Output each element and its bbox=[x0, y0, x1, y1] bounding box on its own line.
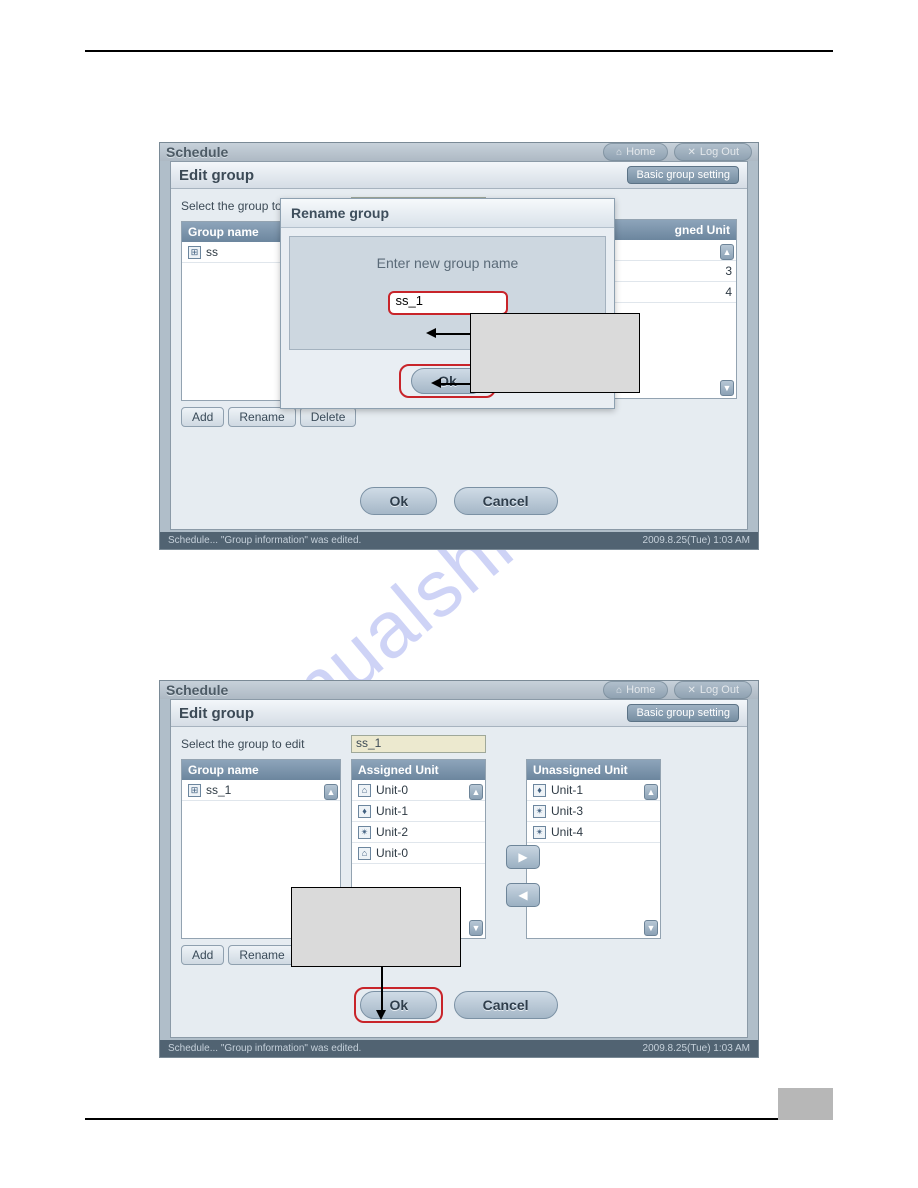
status-message: Schedule... "Group information" was edit… bbox=[168, 1043, 361, 1054]
scroll-up-icon[interactable]: ▲ bbox=[720, 244, 734, 260]
logout-button[interactable]: ✕Log Out bbox=[674, 143, 752, 161]
add-button[interactable]: Add bbox=[181, 407, 224, 427]
list-item[interactable]: ✴Unit-2 bbox=[352, 822, 485, 843]
list-item[interactable]: ✴Unit-3 bbox=[527, 801, 660, 822]
home-button[interactable]: ⌂Home bbox=[603, 681, 668, 699]
scroll-up-icon[interactable]: ▲ bbox=[644, 784, 658, 800]
home-button[interactable]: ⌂Home bbox=[603, 143, 668, 161]
group-name-header: Group name bbox=[182, 760, 340, 780]
scroll-down-icon[interactable]: ▼ bbox=[644, 920, 658, 936]
rename-dialog-title: Rename group bbox=[281, 199, 614, 228]
assigned-header-fragment: gned Unit bbox=[614, 220, 736, 240]
scroll-up-icon[interactable]: ▲ bbox=[324, 784, 338, 800]
panel-title: Edit group bbox=[179, 167, 254, 184]
move-left-button[interactable]: ◀ bbox=[506, 883, 540, 907]
scroll-down-icon[interactable]: ▼ bbox=[469, 920, 483, 936]
select-group-label: Select the group to edit bbox=[181, 737, 304, 751]
app-section-label: Schedule bbox=[166, 682, 228, 698]
chevron-right-icon: ▶ bbox=[518, 850, 527, 864]
page-number-box bbox=[778, 1088, 833, 1120]
cancel-button[interactable]: Cancel bbox=[454, 487, 558, 515]
home-icon: ⌂ bbox=[616, 685, 622, 696]
unassigned-unit-header: Unassigned Unit bbox=[527, 760, 660, 780]
unit-icon: ♦ bbox=[533, 784, 546, 797]
logout-button[interactable]: ✕Log Out bbox=[674, 681, 752, 699]
status-datetime: 2009.8.25(Tue) 1:03 AM bbox=[643, 1043, 750, 1054]
selected-group-field: ss_1 bbox=[351, 735, 486, 753]
ok-button[interactable]: Ok bbox=[360, 991, 437, 1019]
basic-group-setting-button[interactable]: Basic group setting bbox=[627, 704, 739, 722]
status-datetime: 2009.8.25(Tue) 1:03 AM bbox=[643, 535, 750, 546]
list-item[interactable]: ⊞ ss_1 bbox=[182, 780, 340, 801]
scroll-down-icon[interactable]: ▼ bbox=[720, 380, 734, 396]
delete-button[interactable]: Delete bbox=[300, 407, 357, 427]
unit-icon: ⌂ bbox=[358, 847, 371, 860]
scroll-up-icon[interactable]: ▲ bbox=[469, 784, 483, 800]
cancel-button[interactable]: Cancel bbox=[454, 991, 558, 1019]
rename-button[interactable]: Rename bbox=[228, 407, 295, 427]
list-item[interactable]: ♦Unit-1 bbox=[527, 780, 660, 801]
rename-input[interactable]: ss_1 bbox=[388, 291, 508, 315]
panel-title: Edit group bbox=[179, 705, 254, 722]
list-item[interactable]: ⌂Unit-0 bbox=[352, 843, 485, 864]
unit-icon: ⌂ bbox=[358, 784, 371, 797]
unit-icon: ✴ bbox=[533, 805, 546, 818]
group-icon: ⊞ bbox=[188, 784, 201, 797]
annotation-callout bbox=[291, 887, 461, 967]
list-item[interactable]: ♦Unit-1 bbox=[352, 801, 485, 822]
chevron-left-icon: ◀ bbox=[518, 888, 527, 902]
home-icon: ⌂ bbox=[616, 147, 622, 158]
unassigned-unit-list[interactable]: Unassigned Unit ♦Unit-1 ✴Unit-3 ✴Unit-4 … bbox=[526, 759, 661, 939]
screenshot-rename-dialog: Schedule ⌂Home ✕Log Out Edit group Basic… bbox=[159, 142, 759, 550]
screenshot-edit-group: Schedule ⌂Home ✕Log Out Edit group Basic… bbox=[159, 680, 759, 1058]
assigned-unit-header: Assigned Unit bbox=[352, 760, 485, 780]
unit-icon: ✴ bbox=[358, 826, 371, 839]
close-icon: ✕ bbox=[687, 685, 695, 696]
annotation-callout bbox=[470, 313, 640, 393]
rename-prompt: Enter new group name bbox=[298, 255, 597, 271]
rename-button[interactable]: Rename bbox=[228, 945, 295, 965]
unit-icon: ✴ bbox=[533, 826, 546, 839]
app-section-label: Schedule bbox=[166, 144, 228, 160]
move-right-button[interactable]: ▶ bbox=[506, 845, 540, 869]
list-item[interactable]: ⌂Unit-0 bbox=[352, 780, 485, 801]
status-message: Schedule... "Group information" was edit… bbox=[168, 535, 361, 546]
add-button[interactable]: Add bbox=[181, 945, 224, 965]
group-icon: ⊞ bbox=[188, 246, 201, 259]
basic-group-setting-button[interactable]: Basic group setting bbox=[627, 166, 739, 184]
unit-icon: ♦ bbox=[358, 805, 371, 818]
ok-button[interactable]: Ok bbox=[360, 487, 437, 515]
close-icon: ✕ bbox=[687, 147, 695, 158]
list-item[interactable]: ✴Unit-4 bbox=[527, 822, 660, 843]
